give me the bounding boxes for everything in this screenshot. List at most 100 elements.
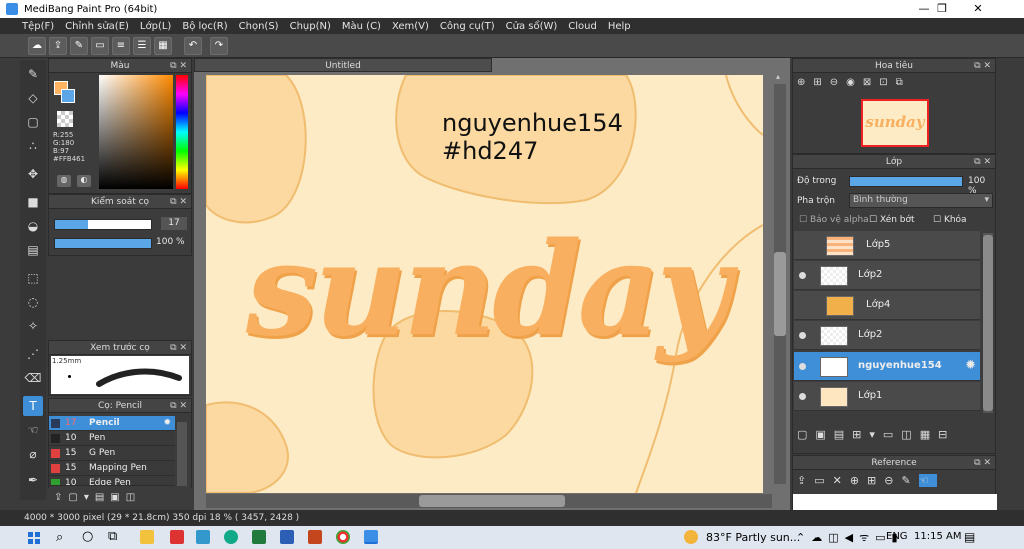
navigator-thumbnail[interactable]: sunday [861, 99, 929, 147]
menu-edit[interactable]: Chỉnh sửa(E) [65, 21, 129, 32]
menu-select[interactable]: Chọn(S) [239, 21, 279, 32]
app-icon[interactable] [196, 530, 210, 544]
grid-icon[interactable]: ▦ [154, 37, 172, 55]
saturation-value-picker[interactable] [99, 75, 173, 189]
brush-list-actions[interactable]: ⇪▢▾▤▣◫ [48, 488, 192, 508]
menu-color[interactable]: Màu (C) [342, 21, 381, 32]
palette-icon[interactable]: ◍ [57, 175, 71, 187]
select-tool-icon[interactable]: ⬚ [23, 268, 43, 288]
edge-icon[interactable] [224, 530, 238, 544]
menu-view[interactable]: Xem(V) [392, 21, 429, 32]
cloud-icon[interactable]: ☁ [28, 37, 46, 55]
brush-list-scrollbar[interactable] [177, 422, 187, 486]
navigator-controls[interactable]: ⊕⊞⊖◉⊠⊡⧉ [797, 77, 993, 93]
eye-icon[interactable] [799, 272, 806, 279]
rectangle-tool-icon[interactable]: ▢ [23, 112, 43, 132]
color-wheel-icon[interactable]: ◐ [77, 175, 91, 187]
search-icon[interactable]: ⌕ [56, 530, 63, 545]
magic-wand-tool-icon[interactable]: ✧ [23, 316, 43, 336]
gear-icon[interactable]: ✹ [163, 416, 171, 431]
word-icon[interactable] [280, 530, 294, 544]
undo-icon[interactable]: ↶ [184, 37, 202, 55]
lock-checkbox[interactable]: ☐ Khóa [933, 215, 967, 225]
brush-size-slider[interactable] [54, 219, 152, 230]
menu-help[interactable]: Help [608, 21, 631, 32]
select-eraser-tool-icon[interactable]: ⌫ [23, 368, 43, 388]
move-tool-icon[interactable]: ✥ [23, 164, 43, 184]
start-icon[interactable] [28, 532, 40, 544]
brush-item[interactable]: 10 Edge Pen [49, 476, 175, 486]
horizontal-scrollbar[interactable] [206, 494, 772, 508]
blend-mode-select[interactable]: Bình thường ▾ [849, 193, 993, 208]
menu-layer[interactable]: Lớp(L) [140, 21, 171, 32]
eraser-tool-icon[interactable]: ◇ [23, 88, 43, 108]
upload-icon[interactable]: ⇪ [49, 37, 67, 55]
eyedropper-tool-icon[interactable]: ⌀ [23, 444, 43, 464]
redo-icon[interactable]: ↷ [210, 37, 228, 55]
reference-controls[interactable]: ⇪▭✕⊕⊞⊖✎☜ [797, 474, 993, 492]
lasso-tool-icon[interactable]: ◌ [23, 292, 43, 312]
list-icon[interactable]: ☰ [133, 37, 151, 55]
panel-close-icon[interactable]: ⧉ ✕ [170, 195, 187, 209]
chrome-icon[interactable] [336, 530, 350, 544]
pen-tool-icon[interactable]: ✒ [23, 470, 43, 490]
cortana-icon[interactable]: ○ [82, 529, 93, 544]
layer-row[interactable]: Lớp2 [794, 261, 980, 290]
fill-shape-tool-icon[interactable]: ■ [23, 192, 43, 212]
close-button[interactable]: ✕ [960, 0, 996, 18]
panel-close-icon[interactable]: ⧉ ✕ [974, 59, 991, 73]
brush-item[interactable]: 15 Mapping Pen [49, 461, 175, 476]
brush-item[interactable]: 17 Pencil ✹ [49, 416, 175, 431]
sub-color-swatch[interactable] [61, 89, 75, 103]
menu-file[interactable]: Tệp(F) [22, 21, 54, 32]
eye-icon[interactable] [799, 332, 806, 339]
menu-snap[interactable]: Chụp(N) [290, 21, 331, 32]
layer-row[interactable]: Lớp5 [794, 231, 980, 260]
brush-item[interactable]: 15 G Pen [49, 446, 175, 461]
maximize-button[interactable]: ❐ [924, 0, 960, 18]
eye-icon[interactable] [799, 363, 806, 370]
transparent-swatch[interactable] [57, 111, 73, 127]
layer-row[interactable]: Lớp1 [794, 382, 980, 411]
layer-row[interactable]: Lớp2 [794, 321, 980, 350]
menu-cloud[interactable]: Cloud [568, 21, 597, 32]
app-icon[interactable] [170, 530, 184, 544]
layer-row[interactable]: Lớp4 [794, 291, 980, 320]
powerpoint-icon[interactable] [308, 530, 322, 544]
collapse-icon[interactable]: ▴ [776, 72, 788, 82]
hand-tool-icon[interactable]: ☜ [23, 420, 43, 440]
weather-icon[interactable] [684, 530, 698, 544]
comment-icon[interactable]: ✎ [70, 37, 88, 55]
document-icon[interactable]: ≡ [112, 37, 130, 55]
bucket-tool-icon[interactable]: ◒ [23, 216, 43, 236]
eye-icon[interactable] [799, 393, 806, 400]
menu-window[interactable]: Cửa sổ(W) [506, 21, 558, 32]
hue-slider[interactable] [176, 75, 188, 189]
vertical-scrollbar[interactable] [774, 84, 786, 484]
layer-scrollbar[interactable] [983, 233, 993, 413]
menu-tools[interactable]: Công cụ(T) [440, 21, 495, 32]
medibang-icon[interactable] [364, 530, 378, 544]
dot-tool-icon[interactable]: ∴ [23, 136, 43, 156]
file-explorer-icon[interactable] [140, 530, 154, 544]
document-tab[interactable]: Untitled [194, 58, 492, 72]
clock[interactable]: 11:15 AM [914, 531, 961, 542]
text-tool-icon[interactable]: T [23, 396, 43, 416]
layer-row-selected[interactable]: nguyenhue154 ✹ [794, 352, 980, 381]
panel-close-icon[interactable]: ⧉ ✕ [974, 155, 991, 169]
task-view-icon[interactable]: ⧉ [108, 529, 117, 544]
gear-icon[interactable]: ✹ [965, 358, 976, 373]
layer-opacity-slider[interactable] [849, 176, 963, 187]
panel-close-icon[interactable]: ⧉ ✕ [170, 399, 187, 413]
drawing-canvas[interactable]: nguyenhue154 #hd247 sunday [206, 75, 763, 493]
brush-tool-icon[interactable]: ✎ [23, 64, 43, 84]
panel-close-icon[interactable]: ⧉ ✕ [170, 59, 187, 73]
panel-close-icon[interactable]: ⧉ ✕ [974, 456, 991, 470]
brush-item[interactable]: 10 Pen [49, 431, 175, 446]
layer-actions[interactable]: ▢▣▤⊞▾▭◫▦⊟ [797, 428, 993, 446]
panel-close-icon[interactable]: ⧉ ✕ [170, 341, 187, 355]
weather-text[interactable]: 83°F Partly sun... [706, 531, 800, 544]
gradient-tool-icon[interactable]: ▤ [23, 240, 43, 260]
notification-icon[interactable]: ▤ [964, 530, 975, 544]
brush-size-value[interactable]: 17 [161, 217, 187, 230]
